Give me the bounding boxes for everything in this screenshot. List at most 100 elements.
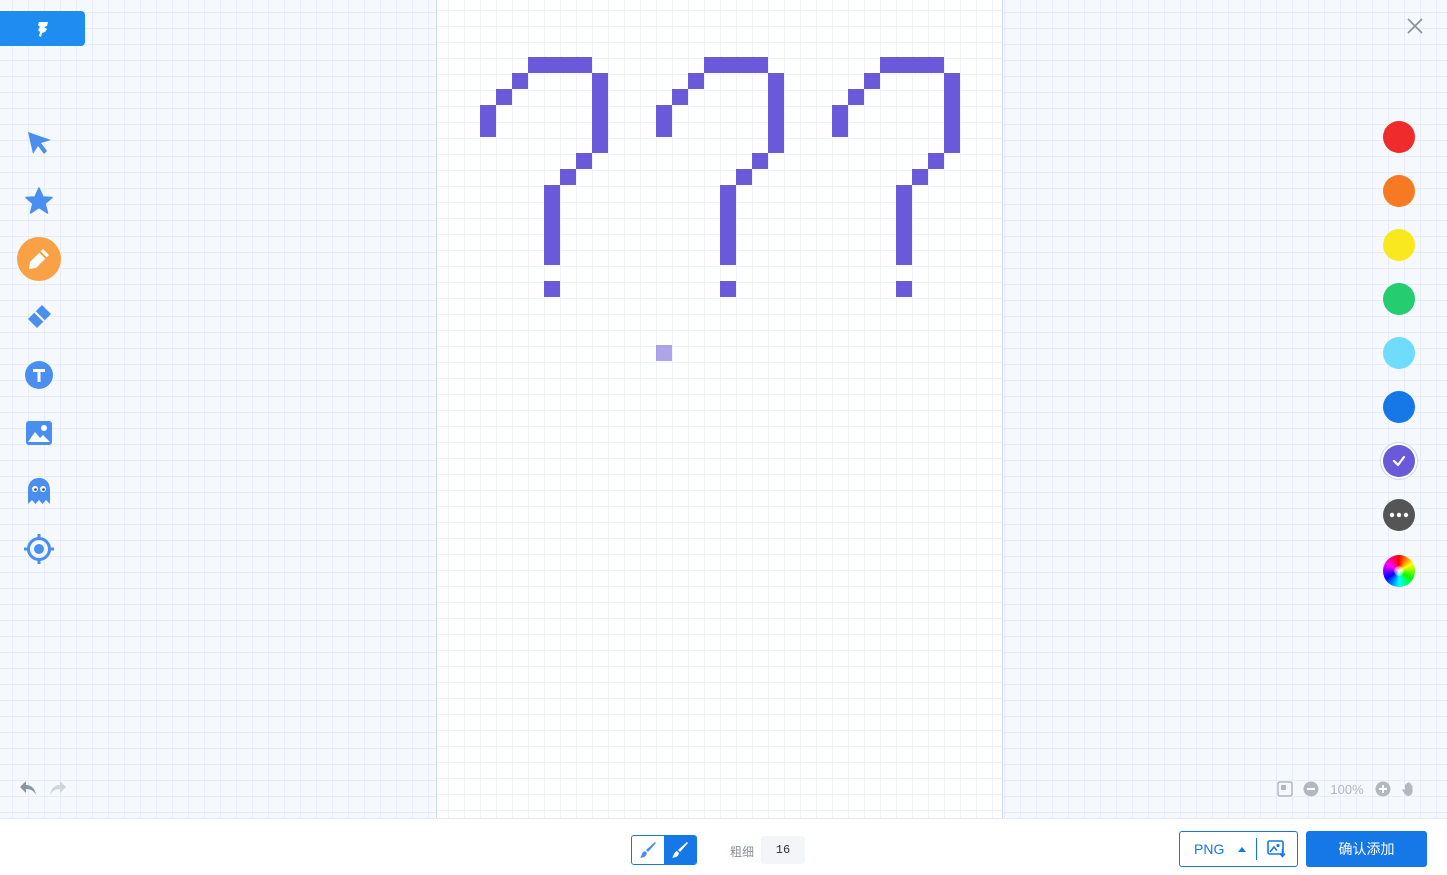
- tool-locate[interactable]: [16, 526, 62, 572]
- color-swatch-yellow[interactable]: [1383, 229, 1415, 261]
- pixel: [544, 57, 560, 73]
- pixel: [560, 57, 576, 73]
- pixel: [576, 153, 592, 169]
- format-select[interactable]: PNG: [1180, 832, 1256, 866]
- color-swatch-light-blue[interactable]: [1383, 337, 1415, 369]
- zoom-controls: 100%: [1276, 779, 1418, 799]
- zoom-in-button[interactable]: [1374, 780, 1392, 798]
- color-swatch-purple[interactable]: [1383, 445, 1415, 477]
- pixel: [768, 105, 784, 121]
- pixel: [896, 57, 912, 73]
- pixel: [880, 57, 896, 73]
- caret-up-icon: [1238, 847, 1246, 852]
- color-wheel-icon: [1394, 566, 1404, 576]
- pixel: [720, 201, 736, 217]
- brush-mode-toggle: [631, 835, 697, 865]
- pixel: [656, 121, 672, 137]
- pixel: [848, 89, 864, 105]
- pixel: [592, 105, 608, 121]
- brush-icon: [672, 842, 688, 858]
- color-swatch-orange[interactable]: [1383, 175, 1415, 207]
- pixel: [480, 105, 496, 121]
- zoom-out-icon: [1303, 781, 1319, 797]
- cursor-arrow-icon: [28, 132, 51, 154]
- brush-mode-pixel[interactable]: [664, 836, 696, 864]
- pixel: [544, 185, 560, 201]
- redo-button[interactable]: [48, 778, 68, 798]
- pan-hand-button[interactable]: [1400, 780, 1418, 798]
- redo-icon: [50, 781, 66, 795]
- color-more-button[interactable]: [1383, 499, 1415, 531]
- pixel: [720, 185, 736, 201]
- question-mark-3: [832, 57, 960, 297]
- check-icon: [1392, 455, 1406, 467]
- pixel: [688, 73, 704, 89]
- pixel: [752, 153, 768, 169]
- pixel: [896, 217, 912, 233]
- pencil-icon: [29, 249, 49, 269]
- image-icon: [26, 421, 52, 445]
- pixel: [656, 105, 672, 121]
- stroke-size-input[interactable]: [761, 836, 805, 864]
- pixel: [832, 105, 848, 121]
- tool-eraser[interactable]: [16, 294, 62, 340]
- minimap-button[interactable]: [1276, 780, 1294, 798]
- tool-text[interactable]: [16, 352, 62, 398]
- pixel: [720, 217, 736, 233]
- undo-button[interactable]: [18, 778, 38, 798]
- tool-pen[interactable]: [16, 236, 62, 282]
- pixel: [592, 137, 608, 153]
- confirm-add-button[interactable]: 确认添加: [1306, 831, 1427, 867]
- tool-image[interactable]: [16, 410, 62, 456]
- eraser-icon: [28, 305, 51, 328]
- brush-icon: [640, 842, 656, 858]
- pixel: [896, 233, 912, 249]
- brush-mode-freehand[interactable]: [632, 836, 664, 864]
- question-mark-1: [480, 57, 608, 297]
- pixel: [928, 153, 944, 169]
- history-controls: [18, 778, 68, 798]
- minimap-icon: [1277, 781, 1293, 797]
- pixel: [544, 217, 560, 233]
- pixel: [720, 233, 736, 249]
- pixel: [544, 281, 560, 297]
- hand-icon: [1402, 782, 1413, 796]
- logo-button[interactable]: [0, 11, 85, 46]
- close-button[interactable]: [1403, 14, 1427, 38]
- text-t-icon: [25, 361, 53, 389]
- pixel: [944, 137, 960, 153]
- pixel: [896, 185, 912, 201]
- image-download-icon: [1267, 840, 1286, 858]
- pixel: [944, 73, 960, 89]
- drawing-canvas[interactable]: [436, 0, 1003, 818]
- color-swatch-blue[interactable]: [1383, 391, 1415, 423]
- pixel: [832, 121, 848, 137]
- star-icon: [25, 187, 53, 214]
- pixel: [768, 137, 784, 153]
- zoom-out-button[interactable]: [1302, 780, 1320, 798]
- brush-cursor-preview: [656, 345, 672, 361]
- tool-select[interactable]: [16, 120, 62, 166]
- pixel: [896, 281, 912, 297]
- pixel: [720, 249, 736, 265]
- format-value: PNG: [1194, 841, 1225, 857]
- close-icon: [1407, 18, 1423, 34]
- pixel: [912, 57, 928, 73]
- pixel: [944, 121, 960, 137]
- tool-shape[interactable]: [16, 178, 62, 224]
- tool-sticker[interactable]: [16, 468, 62, 514]
- color-picker-button[interactable]: [1383, 555, 1415, 587]
- crosshair-icon: [24, 534, 54, 564]
- pixel: [592, 121, 608, 137]
- pixel: [528, 57, 544, 73]
- pixel: [912, 169, 928, 185]
- pixel: [704, 57, 720, 73]
- pixel: [592, 89, 608, 105]
- pixel: [768, 73, 784, 89]
- pixel: [720, 57, 736, 73]
- color-swatch-green[interactable]: [1383, 283, 1415, 315]
- pixel: [720, 281, 736, 297]
- color-swatch-red[interactable]: [1383, 121, 1415, 153]
- save-image-button[interactable]: [1257, 832, 1297, 866]
- pixel: [752, 57, 768, 73]
